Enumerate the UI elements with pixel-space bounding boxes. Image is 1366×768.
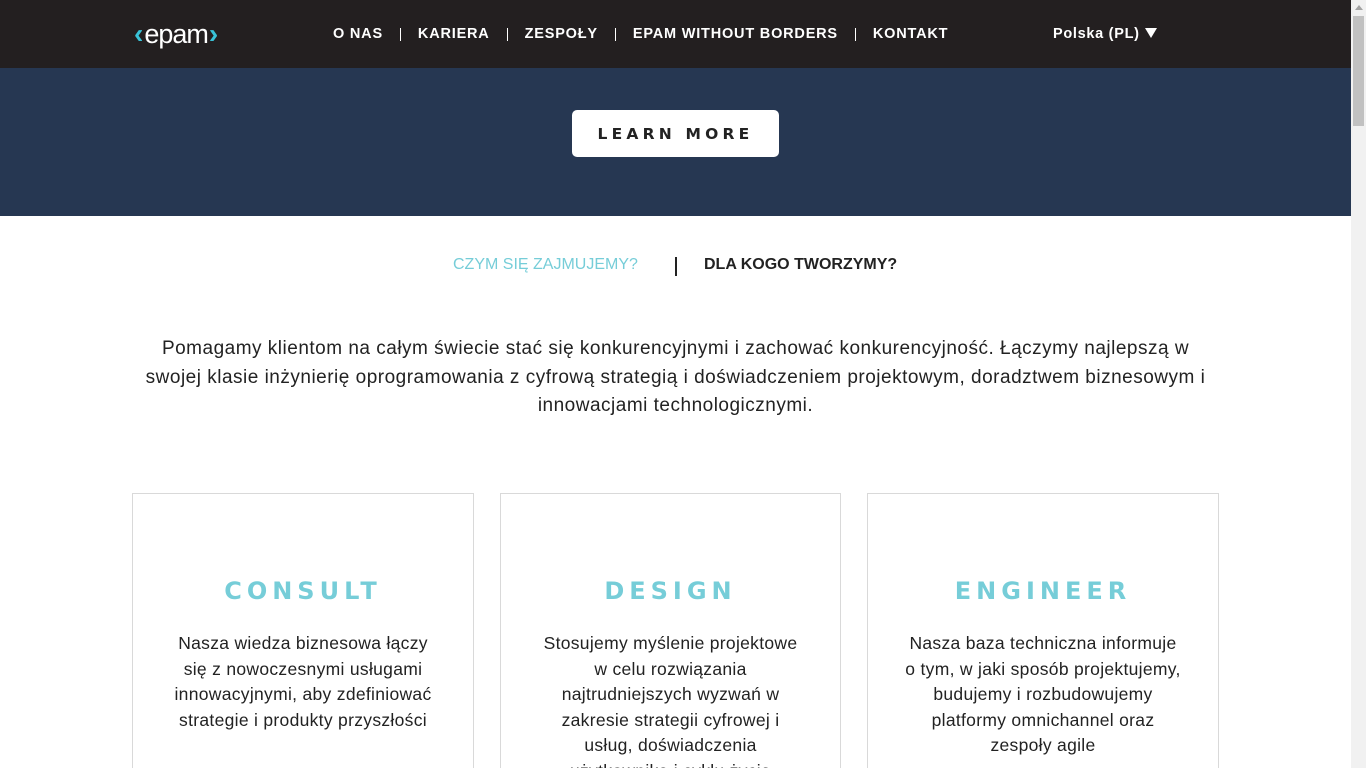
logo-left-chevron: ‹ bbox=[134, 18, 144, 49]
card-description: Nasza wiedza biznesowa łączy się z nowoc… bbox=[174, 633, 432, 730]
scrollbar-thumb[interactable] bbox=[1353, 16, 1364, 126]
hero-banner: LEARN MORE bbox=[0, 68, 1351, 216]
epam-logo[interactable]: ‹ epam › bbox=[134, 18, 218, 50]
card-description: Stosujemy myślenie projektowe w celu roz… bbox=[543, 633, 798, 768]
card-title: CONSULT bbox=[224, 577, 382, 605]
nav-item-epam-without-borders[interactable]: EPAM WITHOUT BORDERS bbox=[633, 26, 838, 42]
card-title: DESIGN bbox=[604, 577, 737, 605]
card-title: ENGINEER bbox=[954, 577, 1132, 605]
scroll-up-arrow-icon[interactable] bbox=[1355, 5, 1363, 10]
tab-czym-sie-zajmujemy[interactable]: CZYM SIĘ ZAJMUJEMY? bbox=[453, 256, 638, 274]
nav-item-o-nas[interactable]: O NAS bbox=[333, 26, 383, 42]
vertical-scrollbar[interactable] bbox=[1351, 0, 1366, 768]
nav-item-kariera[interactable]: KARIERA bbox=[418, 26, 490, 42]
content-tabs: CZYM SIĘ ZAJMUJEMY? DLA KOGO TWORZYMY? bbox=[0, 256, 1351, 278]
nav-divider bbox=[399, 27, 401, 41]
nav-divider bbox=[506, 27, 508, 41]
nav-item-zespoly[interactable]: ZESPOŁY bbox=[525, 26, 598, 42]
learn-more-button[interactable]: LEARN MORE bbox=[572, 110, 779, 157]
logo-right-chevron: › bbox=[208, 18, 219, 49]
caret-down-icon bbox=[1144, 28, 1157, 38]
main-nav: O NAS KARIERA ZESPOŁY EPAM WITHOUT BORDE… bbox=[333, 26, 948, 42]
intro-paragraph: Pomagamy klientom na całym świecie stać … bbox=[145, 338, 1206, 416]
language-label: Polska (PL) bbox=[1053, 26, 1140, 42]
logo-wordmark: epam bbox=[144, 18, 209, 49]
service-card-engineer[interactable]: ENGINEER Nasza baza techniczna informuje… bbox=[867, 493, 1219, 768]
tab-dla-kogo-tworzymy[interactable]: DLA KOGO TWORZYMY? bbox=[704, 256, 897, 274]
tab-divider bbox=[675, 257, 677, 276]
language-selector[interactable]: Polska (PL) bbox=[1053, 26, 1157, 42]
service-card-design[interactable]: DESIGN Stosujemy myślenie projektowe w c… bbox=[500, 493, 841, 768]
nav-divider bbox=[854, 27, 856, 41]
card-description: Nasza baza techniczna informuje o tym, w… bbox=[905, 633, 1181, 755]
service-card-consult[interactable]: CONSULT Nasza wiedza biznesowa łączy się… bbox=[132, 493, 474, 768]
top-navigation-bar: ‹ epam › O NAS KARIERA ZESPOŁY EPAM WITH… bbox=[0, 0, 1351, 68]
nav-divider bbox=[614, 27, 616, 41]
nav-item-kontakt[interactable]: KONTAKT bbox=[873, 26, 948, 42]
